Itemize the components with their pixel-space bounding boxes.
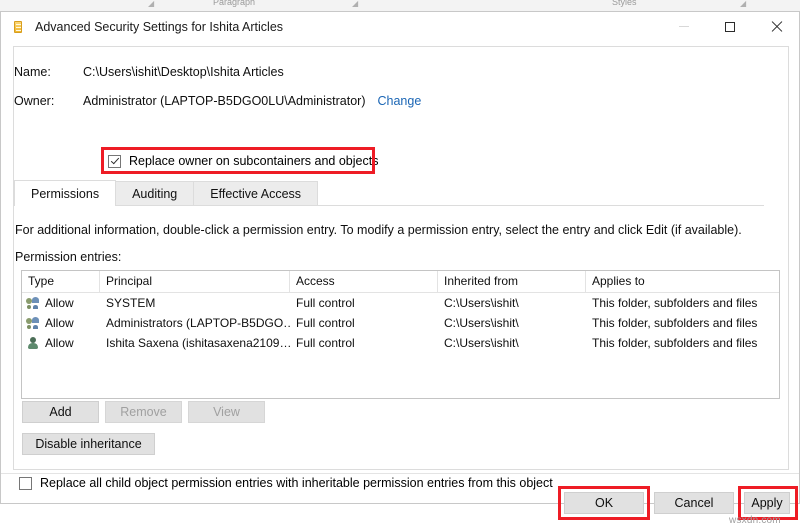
tab-strip: Permissions Auditing Effective Access xyxy=(14,180,764,207)
replace-child-permissions-checkbox[interactable] xyxy=(19,476,32,490)
ok-button[interactable]: OK xyxy=(564,492,644,514)
table-row[interactable]: Allow Ishita Saxena (ishitasaxena2109… F… xyxy=(22,333,779,353)
title-bar: Advanced Security Settings for Ishita Ar… xyxy=(1,12,799,41)
cell-access: Full control xyxy=(296,296,355,310)
watermark: wsxdn.com xyxy=(729,515,781,526)
cell-inherited-from: C:\Users\ishit\ xyxy=(444,336,519,350)
minimize-button[interactable] xyxy=(661,12,707,41)
owner-row: Owner: Administrator (LAPTOP-B5DGO0LU\Ad… xyxy=(1,94,421,108)
name-row: Name: C:\Users\ishit\Desktop\Ishita Arti… xyxy=(1,65,284,79)
column-header-principal[interactable]: Principal xyxy=(100,271,290,292)
owner-label: Owner: xyxy=(14,94,55,108)
replace-child-permissions-label: Replace all child object permission entr… xyxy=(40,476,553,490)
ribbon-group-label-styles: Styles xyxy=(612,0,637,7)
instruction-text: For additional information, double-click… xyxy=(15,223,742,237)
cell-applies-to: This folder, subfolders and files xyxy=(592,316,758,330)
owner-value: Administrator (LAPTOP-B5DGO0LU\Administr… xyxy=(83,94,366,108)
cell-type: Allow xyxy=(45,296,74,310)
window-controls xyxy=(661,12,799,41)
tab-auditing[interactable]: Auditing xyxy=(115,181,195,206)
tab-auditing-label: Auditing xyxy=(132,187,178,201)
maximize-button[interactable] xyxy=(707,12,753,41)
cell-principal: Ishita Saxena (ishitasaxena2109… xyxy=(106,336,290,350)
cell-principal: SYSTEM xyxy=(106,296,156,310)
table-row[interactable]: Allow SYSTEM Full control C:\Users\ishit… xyxy=(22,293,779,313)
ribbon-group-label-paragraph: Paragraph xyxy=(213,0,256,7)
name-label: Name: xyxy=(14,65,51,79)
view-button: View xyxy=(188,401,265,423)
window-title: Advanced Security Settings for Ishita Ar… xyxy=(35,19,284,34)
replace-child-permissions-checkbox-row[interactable]: Replace all child object permission entr… xyxy=(19,476,553,490)
minimize-icon xyxy=(679,26,689,27)
ribbon-dialog-launcher-icon-1: ◢ xyxy=(148,0,155,8)
cancel-button[interactable]: Cancel xyxy=(654,492,734,514)
maximize-icon xyxy=(725,21,735,32)
remove-button: Remove xyxy=(105,401,182,423)
replace-owner-checkbox[interactable] xyxy=(108,154,121,168)
column-header-access[interactable]: Access xyxy=(290,271,438,292)
apply-button[interactable]: Apply xyxy=(744,492,790,514)
add-button[interactable]: Add xyxy=(22,401,99,423)
permission-entries-table[interactable]: Type Principal Access Inherited from App… xyxy=(21,270,780,399)
tab-effective-access-label: Effective Access xyxy=(210,187,302,201)
close-button[interactable] xyxy=(753,12,799,41)
table-header-row: Type Principal Access Inherited from App… xyxy=(22,271,779,293)
permission-entries-label: Permission entries: xyxy=(15,250,122,264)
ribbon-dialog-launcher-icon-2: ◢ xyxy=(352,0,359,8)
disable-inheritance-button[interactable]: Disable inheritance xyxy=(22,433,155,455)
name-value: C:\Users\ishit\Desktop\Ishita Articles xyxy=(83,65,284,79)
cell-access: Full control xyxy=(296,316,355,330)
footer-divider xyxy=(1,473,799,474)
cell-access: Full control xyxy=(296,336,355,350)
cell-applies-to: This folder, subfolders and files xyxy=(592,296,758,310)
column-header-applies-to[interactable]: Applies to xyxy=(586,271,779,292)
group-icon xyxy=(26,296,40,310)
close-icon xyxy=(770,20,783,33)
advanced-security-settings-dialog: Advanced Security Settings for Ishita Ar… xyxy=(0,11,800,526)
cell-applies-to: This folder, subfolders and files xyxy=(592,336,758,350)
column-header-type[interactable]: Type xyxy=(22,271,100,292)
ribbon-dialog-launcher-icon-3: ◢ xyxy=(740,0,747,8)
column-header-inherited-from[interactable]: Inherited from xyxy=(438,271,586,292)
replace-owner-label: Replace owner on subcontainers and objec… xyxy=(129,154,379,168)
tab-strip-underline xyxy=(14,205,764,206)
cell-inherited-from: C:\Users\ishit\ xyxy=(444,296,519,310)
tab-permissions[interactable]: Permissions xyxy=(14,180,117,207)
replace-owner-checkbox-row[interactable]: Replace owner on subcontainers and objec… xyxy=(108,154,378,168)
cell-type: Allow xyxy=(45,316,74,330)
tab-permissions-label: Permissions xyxy=(31,186,100,201)
cell-principal: Administrators (LAPTOP-B5DGO… xyxy=(106,316,290,330)
user-icon xyxy=(26,336,40,350)
dialog-body: Name: C:\Users\ishit\Desktop\Ishita Arti… xyxy=(1,41,799,526)
cell-inherited-from: C:\Users\ishit\ xyxy=(444,316,519,330)
folder-icon xyxy=(11,19,27,35)
group-icon xyxy=(26,316,40,330)
cell-type: Allow xyxy=(45,336,74,350)
change-owner-link[interactable]: Change xyxy=(378,94,422,108)
table-row[interactable]: Allow Administrators (LAPTOP-B5DGO… Full… xyxy=(22,313,779,333)
tab-effective-access[interactable]: Effective Access xyxy=(193,181,319,206)
